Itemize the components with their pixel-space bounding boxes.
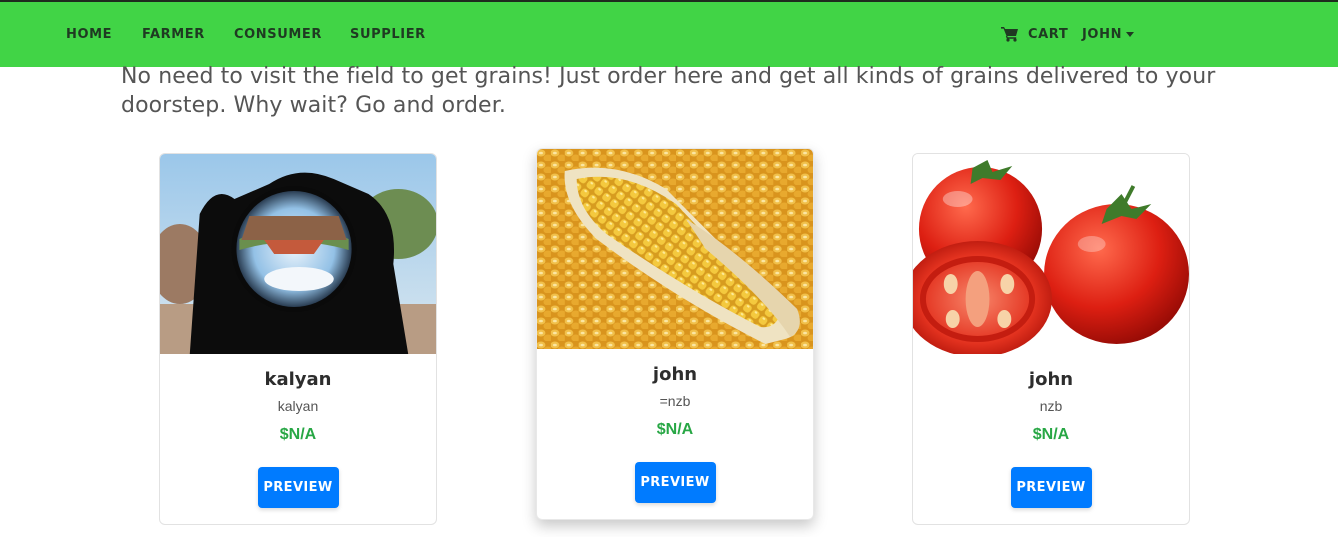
nav-supplier-link[interactable]: SUPPLIER <box>350 27 426 42</box>
product-image <box>537 149 813 349</box>
product-image <box>160 154 436 354</box>
product-price: $N/A <box>1032 426 1070 443</box>
product-title: kalyan <box>264 369 332 390</box>
product-title: john <box>652 364 698 385</box>
product-subtitle: =nzb <box>659 393 691 409</box>
preview-button[interactable]: PREVIEW <box>1010 467 1092 508</box>
product-image <box>913 154 1189 354</box>
intro-text: No need to visit the field to get grains… <box>121 64 1216 118</box>
caret-down-icon <box>1126 32 1135 37</box>
user-menu-dropdown[interactable]: JOHN <box>1082 24 1135 44</box>
nav-farmer-link[interactable]: FARMER <box>142 27 205 42</box>
cart-label: CART <box>1028 26 1069 42</box>
navbar: HOME FARMER CONSUMER SUPPLIER CART JOHN <box>0 2 1338 67</box>
product-subtitle: nzb <box>1039 398 1063 414</box>
product-price: $N/A <box>656 421 694 438</box>
product-price: $N/A <box>279 426 317 443</box>
nav-consumer-link[interactable]: CONSUMER <box>234 27 322 42</box>
product-card: john =nzb $N/A PREVIEW <box>536 148 814 520</box>
nav-home-link[interactable]: HOME <box>66 27 112 42</box>
product-subtitle: kalyan <box>277 398 319 414</box>
user-menu-label: JOHN <box>1082 26 1123 42</box>
cart-button[interactable]: CART <box>1001 24 1068 44</box>
shopping-cart-icon <box>1001 27 1018 42</box>
product-card: john nzb $N/A PREVIEW <box>912 153 1190 525</box>
product-card: kalyan kalyan $N/A PREVIEW <box>159 153 437 525</box>
preview-button[interactable]: PREVIEW <box>257 467 339 508</box>
product-title: john <box>1028 369 1074 390</box>
preview-button[interactable]: PREVIEW <box>634 462 716 503</box>
